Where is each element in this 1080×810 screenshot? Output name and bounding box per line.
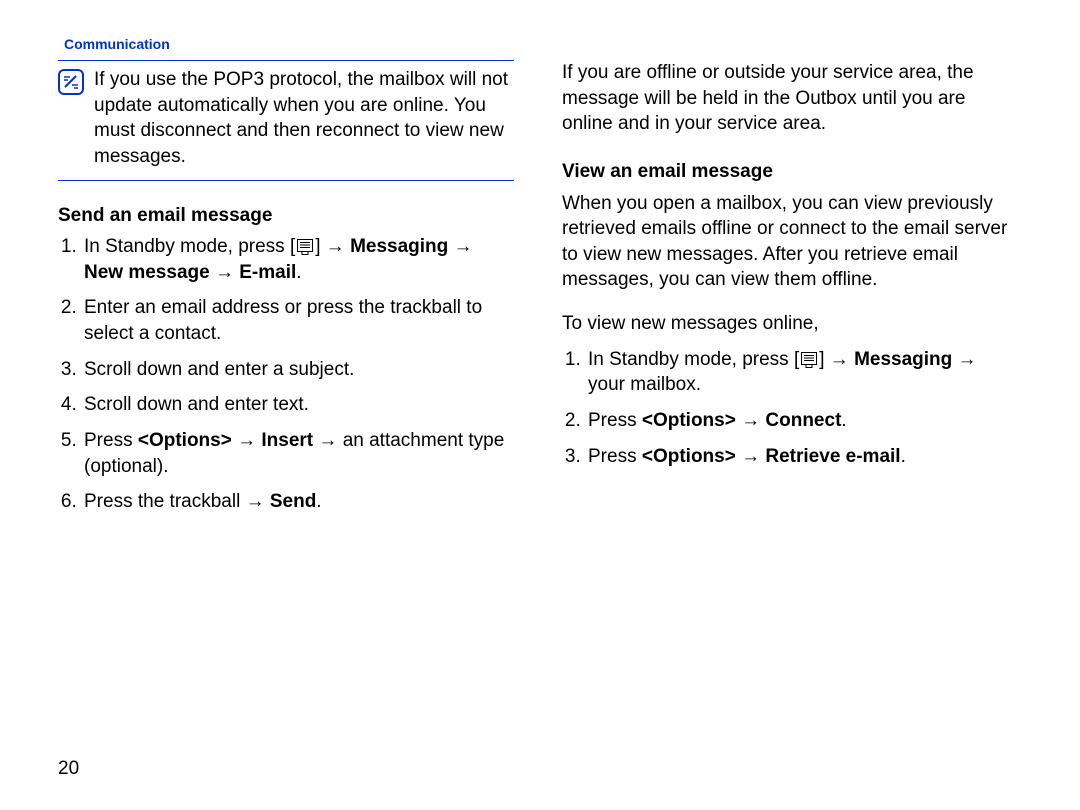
send-email-title: Send an email message [58, 203, 514, 229]
list-item: Scroll down and enter text. [82, 392, 514, 418]
step-bold: Connect [765, 410, 841, 431]
step-text: → [232, 430, 262, 451]
list-item: Press <Options> → Retrieve e-mail. [586, 444, 1018, 470]
step-text: Press the trackball → [84, 491, 270, 512]
step-bold: Messaging [854, 349, 952, 370]
page-number: 20 [58, 758, 79, 780]
step-text: ] → [315, 236, 350, 257]
step-text: → [736, 410, 766, 431]
step-bold: <Options> [642, 410, 736, 431]
step-text: . [296, 262, 301, 283]
step-text: ] → [819, 349, 854, 370]
view-email-title: View an email message [562, 159, 1018, 185]
step-text: . [901, 446, 906, 467]
view-email-lead: To view new messages online, [562, 311, 1018, 337]
step-bold: Insert [261, 430, 313, 451]
list-item: Press <Options> → Insert → an attachment… [82, 428, 514, 479]
list-item: Press the trackball → Send. [82, 489, 514, 515]
outbox-note: If you are offline or outside your servi… [562, 60, 1018, 137]
note-icon [58, 69, 84, 170]
step-bold: <Options> [642, 446, 736, 467]
list-item: In Standby mode, press [] → Messaging → … [586, 347, 1018, 398]
step-text: Press [588, 410, 642, 431]
list-item: Scroll down and enter a subject. [82, 357, 514, 383]
step-text: → [736, 446, 766, 467]
left-column: If you use the POP3 protocol, the mailbo… [58, 60, 514, 525]
menu-key-icon [801, 352, 817, 368]
step-text: Press [588, 446, 642, 467]
list-item: Enter an email address or press the trac… [82, 295, 514, 346]
send-email-steps: In Standby mode, press [] → Messaging → … [58, 234, 514, 515]
step-text: Press [84, 430, 138, 451]
menu-key-icon [297, 239, 313, 255]
content-columns: If you use the POP3 protocol, the mailbo… [58, 60, 1022, 525]
note-box: If you use the POP3 protocol, the mailbo… [58, 60, 514, 181]
step-bold: Send [270, 491, 316, 512]
view-email-description: When you open a mailbox, you can view pr… [562, 191, 1018, 294]
step-text: In Standby mode, press [ [588, 349, 799, 370]
step-bold: <Options> [138, 430, 232, 451]
step-text: In Standby mode, press [ [84, 236, 295, 257]
right-column: If you are offline or outside your servi… [562, 60, 1018, 525]
list-item: Press <Options> → Connect. [586, 408, 1018, 434]
step-bold: Retrieve e-mail [765, 446, 900, 467]
step-text: . [841, 410, 846, 431]
list-item: In Standby mode, press [] → Messaging → … [82, 234, 514, 285]
view-email-steps: In Standby mode, press [] → Messaging → … [562, 347, 1018, 470]
note-text: If you use the POP3 protocol, the mailbo… [94, 67, 514, 170]
section-header: Communication [64, 36, 1022, 52]
step-text: . [316, 491, 321, 512]
